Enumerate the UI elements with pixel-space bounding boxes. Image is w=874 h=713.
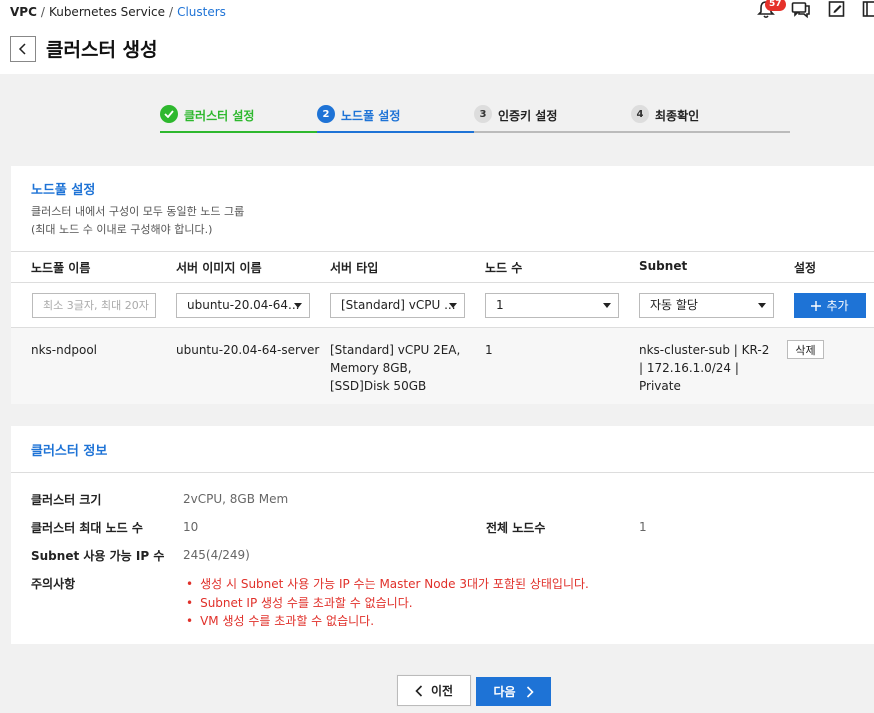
previous-button[interactable]: 이전 — [397, 675, 471, 706]
nodepool-card: 노드풀 설정 클러스터 내에서 구성이 모두 동일한 노드 그룹 (최대 노드 … — [11, 166, 874, 404]
cluster-info-title: 클러스터 정보 — [31, 444, 108, 459]
book-icon[interactable] — [862, 0, 874, 22]
server-image-select[interactable]: ubuntu-20.04-64... — [176, 293, 310, 318]
warning-note: Subnet IP 생성 수를 초과할 수 없습니다. — [186, 594, 413, 611]
notes-label: 주의사항 — [31, 577, 76, 591]
step-final-confirm[interactable]: 4 최종확인 — [631, 104, 790, 134]
node-count-value: 1 — [496, 298, 504, 312]
row-node-count: 1 — [485, 343, 493, 357]
max-nodes-label: 클러스터 최대 노드 수 — [31, 521, 143, 535]
breadcrumb-vpc[interactable]: VPC — [10, 5, 37, 19]
subnet-ip-label: Subnet 사용 가능 IP 수 — [31, 549, 165, 563]
plus-icon — [811, 300, 822, 311]
step-cluster-settings[interactable]: 클러스터 설정 — [160, 104, 317, 134]
chevron-down-icon — [758, 303, 766, 308]
wizard-stepper: 클러스터 설정 2 노드풀 설정 3 인증키 설정 4 최종확인 — [160, 104, 790, 134]
chevron-down-icon — [294, 303, 302, 308]
max-nodes-value: 10 — [183, 520, 199, 534]
nodepool-description-note: (최대 노드 수 이내로 구성해야 합니다.) — [31, 223, 213, 236]
column-header-count: 노드 수 — [485, 261, 523, 275]
step-number: 4 — [631, 105, 649, 123]
row-server-image: ubuntu-20.04-64-server — [176, 343, 320, 357]
column-header-type: 서버 타입 — [330, 261, 379, 275]
subnet-select[interactable]: 자동 할당 — [639, 293, 774, 318]
breadcrumb-separator: / — [169, 5, 174, 19]
notification-count-badge: 57 — [765, 0, 786, 11]
page-title: 클러스터 생성 — [46, 39, 158, 61]
add-nodepool-button[interactable]: 추가 — [794, 293, 866, 318]
check-icon — [160, 105, 178, 123]
step-progress-line — [631, 131, 790, 133]
table-row: nks-ndpool ubuntu-20.04-64-server [Stand… — [11, 328, 874, 404]
nodepool-description: 클러스터 내에서 구성이 모두 동일한 노드 그룹 — [31, 205, 245, 218]
step-label: 최종확인 — [655, 109, 700, 123]
column-header-name: 노드풀 이름 — [31, 261, 91, 275]
breadcrumb-separator: / — [40, 5, 45, 19]
total-nodes-label: 전체 노드수 — [486, 521, 546, 535]
step-number: 2 — [317, 105, 335, 123]
cluster-info-card: 클러스터 정보 클러스터 크기 2vCPU, 8GB Mem 클러스터 최대 노… — [11, 426, 874, 644]
divider — [11, 472, 874, 473]
chevron-down-icon — [449, 303, 457, 308]
subnet-ip-value: 245(4/249) — [183, 548, 250, 562]
chevron-down-icon — [603, 303, 611, 308]
nodepool-input-row: 최소 3글자, 최대 20자 ubuntu-20.04-64... [Stand… — [11, 282, 874, 328]
step-label: 클러스터 설정 — [184, 109, 255, 123]
edit-icon[interactable] — [828, 0, 850, 22]
row-subnet: nks-cluster-sub | KR-2 | 172.16.1.0/24 |… — [639, 343, 770, 393]
step-progress-line — [160, 131, 317, 133]
breadcrumb-clusters[interactable]: Clusters — [177, 5, 226, 19]
column-header-subnet: Subnet — [639, 259, 688, 273]
server-type-select[interactable]: [Standard] vCPU ... — [330, 293, 465, 318]
top-bar: VPC / Kubernetes Service / Clusters 57 — [0, 0, 874, 26]
chevron-left-icon — [415, 684, 423, 697]
previous-button-label: 이전 — [430, 684, 454, 698]
next-button-label: 다음 — [493, 685, 516, 699]
column-header-setting: 설정 — [794, 261, 817, 275]
next-button[interactable]: 다음 — [476, 677, 551, 706]
warning-note: 생성 시 Subnet 사용 가능 IP 수는 Master Node 3대가 … — [186, 575, 589, 592]
server-image-value: ubuntu-20.04-64... — [187, 298, 300, 312]
total-nodes-value: 1 — [639, 520, 647, 534]
step-progress-line — [474, 131, 631, 133]
chat-icon[interactable] — [791, 0, 813, 22]
title-bar: 클러스터 생성 — [0, 26, 874, 74]
nodepool-name-input[interactable]: 최소 3글자, 최대 20자 — [32, 293, 156, 318]
warning-note: VM 생성 수를 초과할 수 없습니다. — [186, 612, 374, 629]
nodepool-title: 노드풀 설정 — [31, 183, 96, 198]
row-server-type: [Standard] vCPU 2EA, Memory 8GB, [SSD]Di… — [330, 343, 461, 393]
server-type-value: [Standard] vCPU ... — [341, 298, 456, 312]
cluster-size-value: 2vCPU, 8GB Mem — [183, 492, 289, 506]
step-label: 인증키 설정 — [498, 109, 558, 123]
subnet-value: 자동 할당 — [650, 298, 698, 312]
breadcrumb: VPC / Kubernetes Service / Clusters — [10, 5, 226, 19]
node-count-select[interactable]: 1 — [485, 293, 619, 318]
delete-nodepool-button[interactable]: 삭제 — [787, 340, 824, 359]
divider — [11, 251, 874, 252]
breadcrumb-kubernetes-service[interactable]: Kubernetes Service — [49, 5, 165, 19]
chevron-left-icon — [18, 43, 26, 55]
step-authkey-settings[interactable]: 3 인증키 설정 — [474, 104, 631, 134]
step-number: 3 — [474, 105, 492, 123]
back-button[interactable] — [10, 36, 36, 62]
chevron-right-icon — [526, 685, 534, 698]
cluster-size-label: 클러스터 크기 — [31, 493, 102, 507]
step-nodepool-settings[interactable]: 2 노드풀 설정 — [317, 104, 474, 134]
row-nodepool-name: nks-ndpool — [31, 343, 97, 357]
step-progress-line — [317, 131, 474, 133]
step-label: 노드풀 설정 — [341, 109, 401, 123]
add-button-label: 추가 — [826, 299, 849, 313]
column-header-image: 서버 이미지 이름 — [176, 261, 262, 275]
